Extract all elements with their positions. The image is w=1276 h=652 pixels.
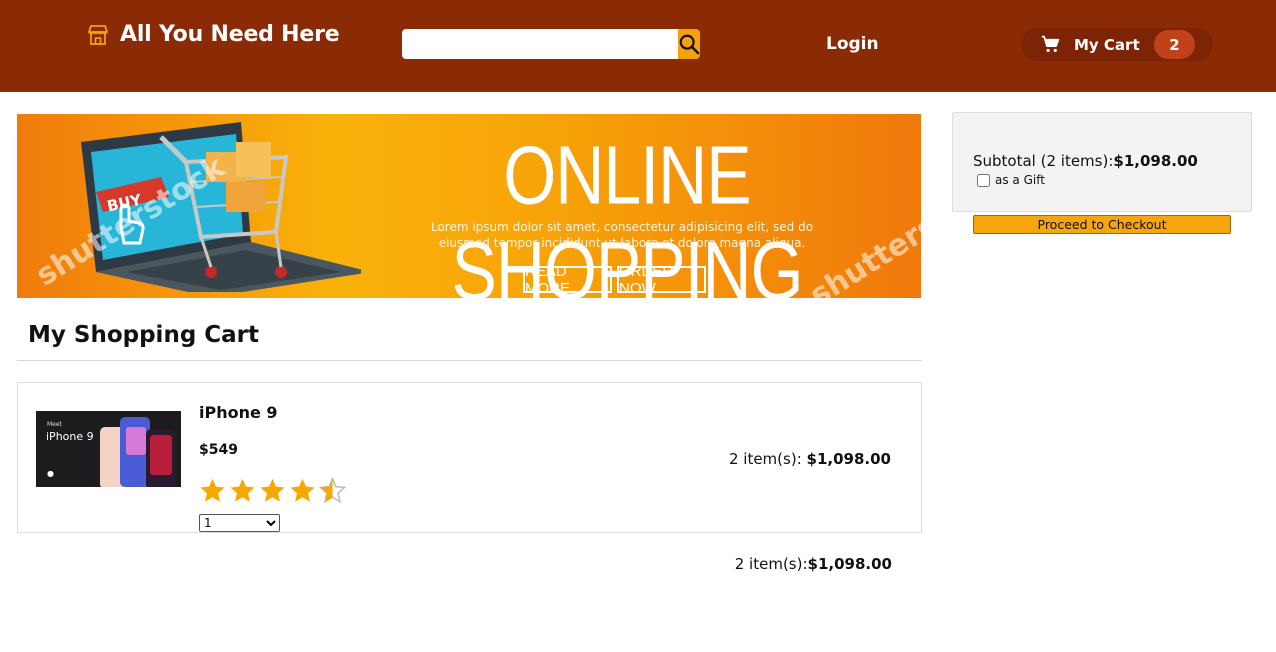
search-icon xyxy=(679,34,700,55)
divider xyxy=(17,360,922,361)
product-rating xyxy=(199,477,346,504)
product-image[interactable]: Meet iPhone 9 ● xyxy=(36,411,181,487)
top-header: All You Need Here Login My Cart 2 xyxy=(0,0,1276,92)
gift-checkbox[interactable] xyxy=(977,173,990,187)
cart-count-badge: 2 xyxy=(1154,30,1195,59)
half-star-icon xyxy=(319,477,346,504)
product-image-model-text: iPhone 9 xyxy=(46,430,94,443)
phones-graphic xyxy=(100,417,176,487)
quantity-select[interactable]: 1 xyxy=(199,514,280,532)
subtotal-prefix: Subtotal (2 items): xyxy=(973,152,1114,170)
read-more-button[interactable]: READ MORE xyxy=(523,263,612,297)
brand-logo[interactable]: All You Need Here xyxy=(86,22,340,47)
gift-option[interactable]: as a Gift xyxy=(977,173,1045,187)
cart-grand-total: 2 item(s):$1,098.00 xyxy=(600,555,892,573)
star-icon xyxy=(290,478,315,502)
item-total: 2 item(s): $1,098.00 xyxy=(729,450,891,468)
product-name[interactable]: iPhone 9 xyxy=(199,403,278,422)
subtotal-panel: Subtotal (2 items):$1,098.00 as a Gift xyxy=(952,112,1252,212)
gift-label: as a Gift xyxy=(995,173,1045,187)
apple-logo-icon: ● xyxy=(47,469,54,478)
cart-label: My Cart xyxy=(1074,35,1140,54)
star-icon xyxy=(200,478,225,502)
product-image-meet-text: Meet xyxy=(47,421,62,428)
subtotal-text: Subtotal (2 items):$1,098.00 xyxy=(973,152,1198,170)
product-price: $549 xyxy=(199,442,238,458)
grand-total-amount: $1,098.00 xyxy=(807,555,892,573)
proceed-to-checkout-button[interactable]: Proceed to Checkout xyxy=(973,215,1231,234)
shopping-cart-icon xyxy=(1041,35,1060,53)
search-bar xyxy=(402,29,700,59)
brand-name: All You Need Here xyxy=(120,22,340,47)
item-total-prefix: 2 item(s): xyxy=(728,450,802,468)
cart-item: Meet iPhone 9 ● iPhone 9 $549 1 2 item(s… xyxy=(17,382,922,533)
search-input[interactable] xyxy=(402,29,678,59)
grand-total-prefix: 2 item(s): xyxy=(734,555,808,573)
store-icon xyxy=(88,24,108,45)
my-cart-button[interactable]: My Cart 2 xyxy=(1021,28,1213,61)
item-total-amount: $1,098.00 xyxy=(806,450,891,468)
star-icon xyxy=(230,478,255,502)
login-link[interactable]: Login xyxy=(826,34,879,54)
search-button[interactable] xyxy=(678,29,700,59)
banner-body-text: Lorem ipsum dolor sit amet, consectetur … xyxy=(430,220,814,250)
promo-banner[interactable]: shutterstock shutterstock BUY ONLINE SHO… xyxy=(17,114,921,298)
order-now-button[interactable]: ORDER NOW xyxy=(617,263,706,297)
subtotal-amount: $1,098.00 xyxy=(1113,152,1198,170)
page-title: My Shopping Cart xyxy=(28,322,260,348)
star-icon xyxy=(260,478,285,502)
